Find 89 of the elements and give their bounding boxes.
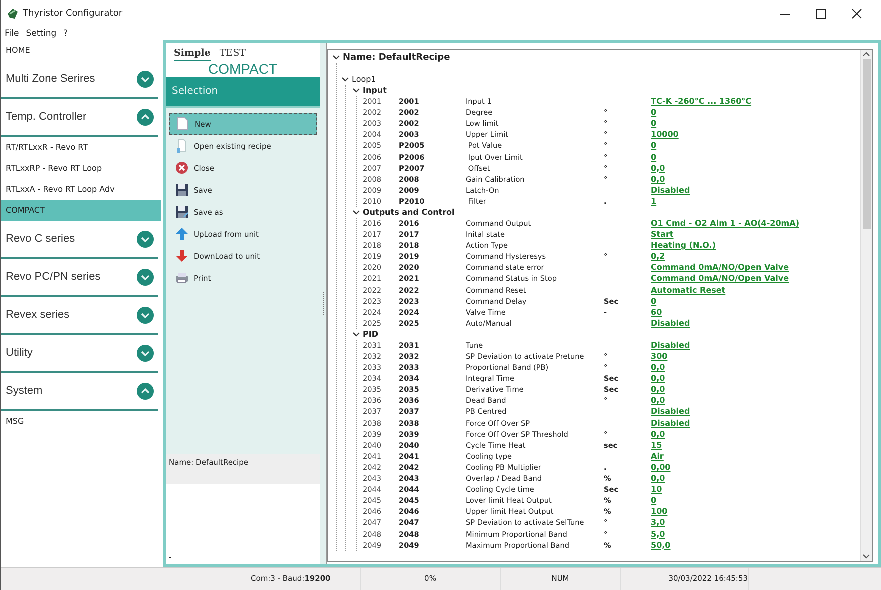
collapse-icon[interactable] — [352, 330, 361, 339]
parameter-value-link[interactable]: 0,0 — [651, 396, 666, 406]
sidebar-item[interactable]: RT/RTLxxR - Revo RT — [1, 137, 161, 158]
scrollbar[interactable] — [860, 50, 872, 561]
parameter-value-link[interactable]: 0,0 — [651, 174, 666, 184]
parameter-value-link[interactable]: 5,0 — [651, 530, 666, 539]
menu-item[interactable]: ? — [64, 28, 68, 38]
sidebar-item[interactable]: COMPACT — [1, 200, 161, 221]
collapse-icon[interactable] — [352, 208, 361, 217]
maximize-icon[interactable] — [815, 8, 827, 20]
tree-node[interactable]: Input — [363, 86, 387, 95]
sidebar-item[interactable]: RTLxxA - Revo RT Loop Adv — [1, 179, 161, 200]
scrollbar-thumb[interactable] — [862, 59, 870, 229]
parameter-value-link[interactable]: 0 — [651, 152, 657, 162]
parameter-value-link[interactable]: 15 — [651, 440, 662, 450]
parameter-value-link[interactable]: 0,0 — [651, 363, 666, 372]
tree-node[interactable]: Loop1 — [352, 75, 376, 84]
sidebar-item[interactable]: RTLxxRP - Revo RT Loop — [1, 158, 161, 179]
parameter-value-link[interactable]: 300 — [651, 352, 668, 362]
collapse-icon[interactable] — [332, 53, 341, 62]
parameter-value-link[interactable]: Disabled — [651, 186, 690, 195]
parameter-value-link[interactable]: 50,0 — [651, 540, 671, 550]
scroll-down-icon[interactable] — [862, 552, 871, 561]
scroll-up-icon[interactable] — [862, 50, 871, 59]
splitter-grip-icon[interactable] — [322, 292, 324, 316]
sidebar-item[interactable]: MSG — [1, 411, 161, 432]
expand-icon[interactable] — [137, 306, 154, 324]
sidebar-section[interactable]: Revex series — [1, 297, 158, 335]
footer-text: - — [169, 553, 172, 562]
parameter-value-link[interactable]: TC-K -260°C ... 1360°C — [651, 97, 752, 106]
parameter-value-link[interactable]: 0,2 — [651, 252, 666, 262]
sidebar-section[interactable]: Temp. Controller — [1, 99, 158, 137]
parameter-value-link[interactable]: Disabled — [651, 318, 690, 328]
document-icon — [176, 117, 190, 131]
parameter-value-link[interactable]: 10000 — [651, 130, 679, 140]
tab[interactable]: TEST — [220, 48, 246, 60]
tree-node[interactable]: PID — [363, 330, 378, 339]
parameter-value-link[interactable]: O1 Cmd - O2 Alm 1 - AO(4-20mA) — [651, 218, 800, 228]
parameter-value-link[interactable]: 0,0 — [651, 164, 666, 173]
sidebar-section[interactable]: Multi Zone Serires — [1, 61, 158, 99]
menu-item[interactable]: File — [5, 28, 20, 38]
parameter-value-link[interactable]: Air — [651, 452, 664, 461]
expand-icon[interactable] — [137, 230, 154, 248]
sidebar-section[interactable]: Revo C series — [1, 221, 158, 259]
document-icon — [175, 139, 189, 153]
parameter-value-link[interactable]: Disabled — [651, 340, 690, 350]
parameter-value-link[interactable]: 0,0 — [651, 474, 666, 484]
sidebar-section[interactable]: Utility — [1, 335, 158, 373]
parameter-value-link[interactable]: 0 — [651, 141, 657, 150]
parameter-value-link[interactable]: 1 — [651, 196, 657, 206]
sidebar-section[interactable]: System — [1, 373, 158, 411]
parameter-value-link[interactable]: 0,0 — [651, 374, 666, 384]
close-icon[interactable] — [851, 8, 863, 20]
parameter-value-link[interactable]: 0 — [651, 496, 657, 506]
parameter-value-link[interactable]: 0 — [651, 119, 657, 128]
parameter-value-link[interactable]: 10 — [651, 485, 662, 494]
sidebar-item[interactable]: HOME — [1, 40, 161, 61]
window-title: Thyristor Configurator — [23, 8, 123, 18]
collapse-icon[interactable] — [352, 86, 361, 95]
parameter-value-link[interactable]: 0,0 — [651, 385, 666, 394]
menu-item[interactable]: Setting — [26, 28, 57, 38]
section-header: Selection — [166, 77, 320, 108]
down-arrow-icon — [175, 249, 189, 263]
close-circle-icon — [175, 161, 189, 175]
parameter-value-link[interactable]: 0,0 — [651, 430, 666, 439]
parameter-value-link[interactable]: 60 — [651, 308, 662, 317]
expand-icon[interactable] — [137, 268, 154, 286]
parameter-value-link[interactable]: Heating (N.O.) — [651, 241, 716, 250]
tree-node[interactable]: Outputs and Control — [363, 208, 455, 217]
sidebar-section[interactable]: Revo PC/PN series — [1, 259, 158, 297]
up-arrow-icon — [175, 227, 189, 241]
parameter-value-link[interactable]: Command 0mA/NO/Open Valve — [651, 263, 790, 272]
collapse-icon[interactable] — [341, 75, 350, 84]
parameter-value-link[interactable]: Start — [651, 230, 674, 240]
app-icon — [7, 8, 19, 20]
printer-icon — [175, 271, 189, 285]
tree-node[interactable]: Name: DefaultRecipe — [343, 52, 450, 62]
panel-title: COMPACT — [166, 61, 320, 77]
parameter-value-link[interactable]: 100 — [651, 507, 668, 516]
parameter-value-link[interactable]: 0 — [651, 296, 657, 306]
parameter-value-link[interactable]: Disabled — [651, 418, 690, 428]
parameter-value-link[interactable]: Automatic Reset — [651, 286, 726, 295]
parameter-value-link[interactable]: Disabled — [651, 407, 690, 416]
parameter-value-link[interactable]: 3,0 — [651, 518, 666, 528]
expand-icon[interactable] — [137, 70, 154, 88]
parameter-value-link[interactable]: Command 0mA/NO/Open Valve — [651, 274, 790, 284]
parameter-value-link[interactable]: 0 — [651, 108, 657, 118]
parameter-value-link[interactable]: 0,00 — [651, 462, 671, 472]
expand-icon[interactable] — [137, 344, 154, 362]
